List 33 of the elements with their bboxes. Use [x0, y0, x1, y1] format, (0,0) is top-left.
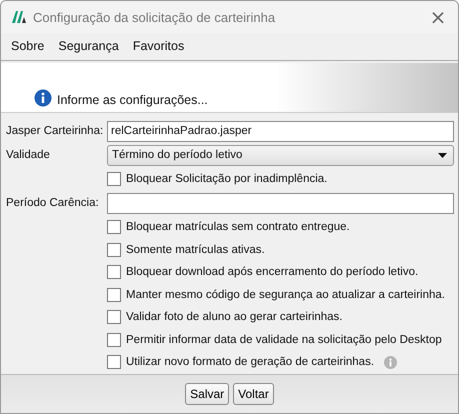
- dialog-button[interactable]: Voltar: [233, 382, 274, 405]
- checkbox[interactable]: [107, 265, 121, 280]
- field-label: Período Carência:: [6, 197, 100, 210]
- checkbox-label: Somente matrículas ativas.: [126, 244, 265, 256]
- text-field[interactable]: [107, 192, 454, 214]
- checkbox[interactable]: [107, 220, 121, 234]
- caret-icon: [438, 152, 447, 158]
- checkbox[interactable]: [107, 310, 121, 324]
- dropdown[interactable]: Término do período letivo: [107, 144, 454, 166]
- checkbox[interactable]: [107, 288, 121, 302]
- close-button[interactable]: ×: [418, 1, 458, 33]
- text-field[interactable]: relCarteirinhaPadrao.jasper: [107, 120, 454, 142]
- checkbox-label: Validar foto de aluno ao gerar carteirinhas.: [126, 311, 343, 324]
- info-icon: [34, 89, 52, 108]
- field-label: Jasper Carteirinha:: [6, 125, 104, 138]
- checkbox[interactable]: [107, 332, 121, 347]
- menu-item[interactable]: Sobre: [11, 39, 44, 54]
- field-label: Validade: [6, 149, 51, 162]
- banner-text: Informe as configurações...: [57, 93, 208, 108]
- checkbox-label: Manter mesmo código de segurança ao atualizar a carteirinha.: [126, 288, 445, 301]
- logo-icon: [11, 10, 27, 24]
- checkbox[interactable]: [107, 242, 121, 257]
- checkbox-label: Permitir informar data de validade na solicitação pelo Desktop: [126, 334, 442, 346]
- checkbox-label: Bloquear Solicitação por inadimplência.: [126, 173, 328, 186]
- checkbox-label: Bloquear matrículas sem contrato entregue.: [126, 221, 350, 234]
- checkbox[interactable]: [107, 355, 121, 370]
- dialog-button[interactable]: Salvar: [185, 382, 230, 405]
- menu-item[interactable]: Favoritos: [132, 39, 184, 54]
- window-title: Configuração da solicitação de carteirinha: [33, 10, 276, 24]
- checkbox[interactable]: [107, 172, 121, 186]
- menu-item[interactable]: Segurança: [58, 39, 119, 54]
- checkbox-label: Bloquear download após encerramento do período letivo.: [126, 266, 418, 278]
- checkbox-label: Utilizar novo formato de geração de carteirinhas.: [126, 356, 374, 368]
